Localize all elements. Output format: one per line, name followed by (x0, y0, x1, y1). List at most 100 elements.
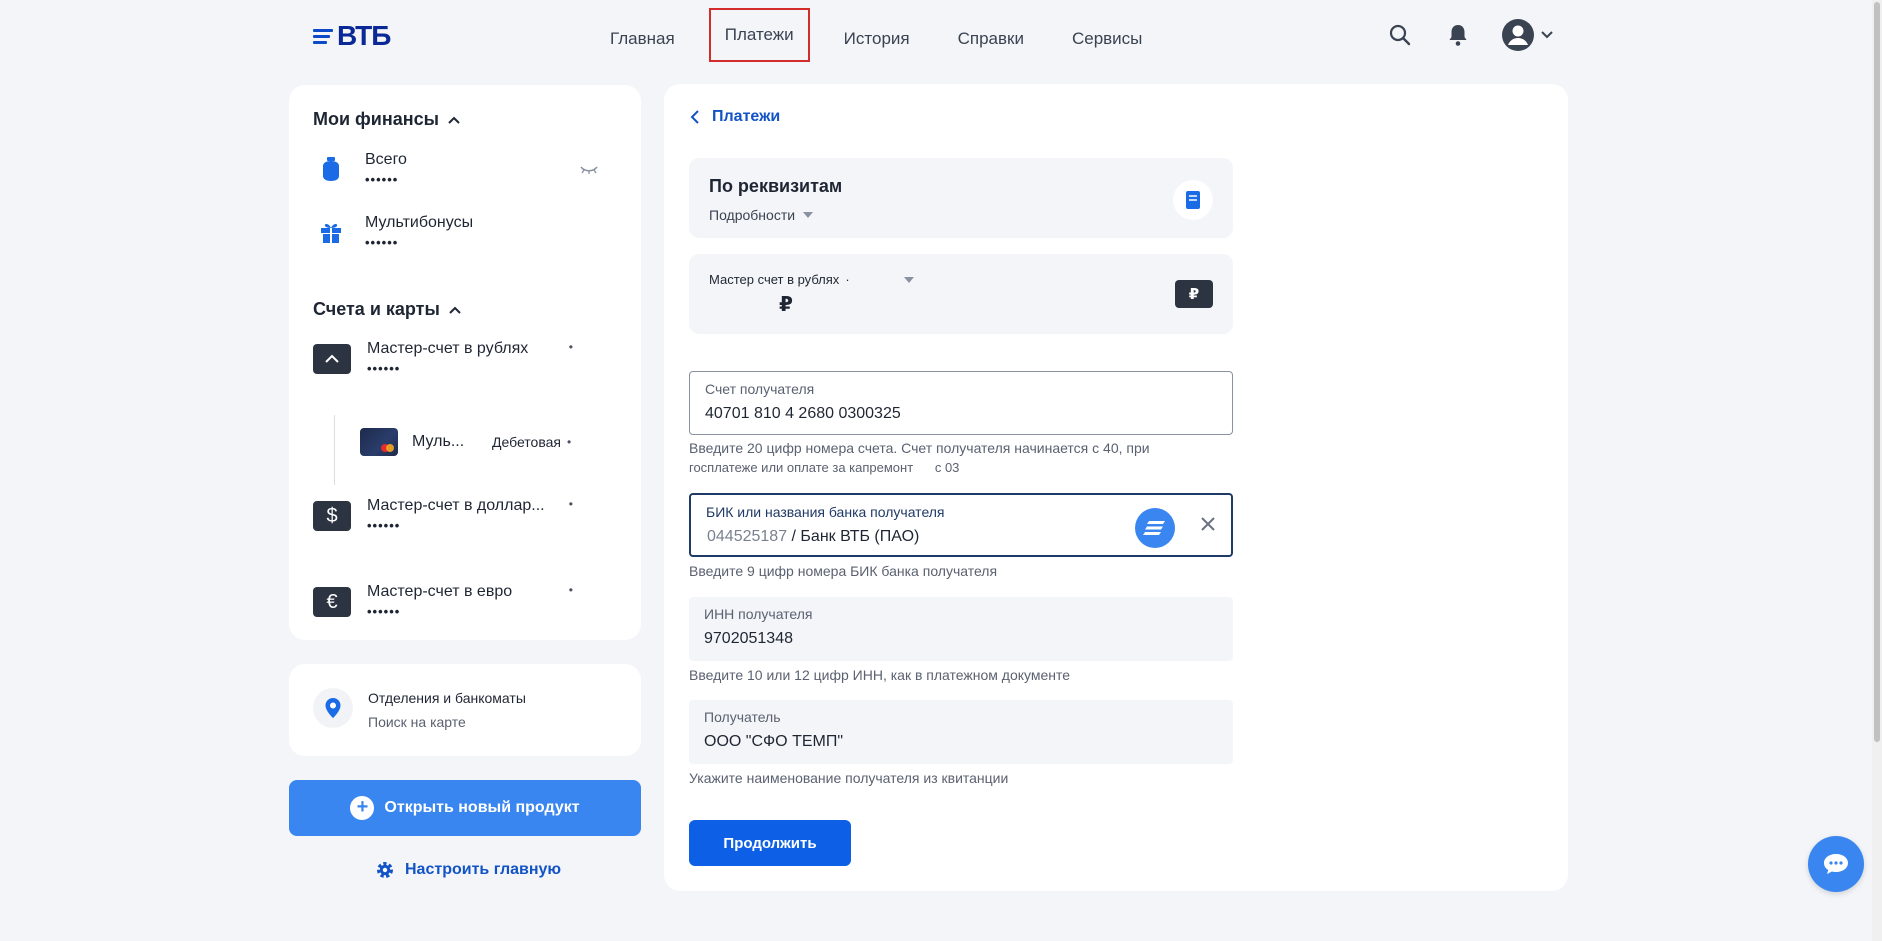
nav-payments[interactable]: Платежи (708, 8, 810, 62)
recipient-account-hint-line2: госплатеже или оплате за капремонт с 03 (689, 460, 960, 475)
open-new-product-button[interactable]: + Открыть новый продукт (289, 780, 641, 836)
ruble-badge: ₽ (1175, 280, 1213, 308)
recipient-hint: Укажите наименование получателя из квита… (689, 770, 1009, 786)
back-label: Платежи (712, 108, 781, 125)
caret-down-icon (803, 212, 814, 218)
bik-input[interactable]: 044525187 / Банк ВТБ (ПАО) (707, 528, 919, 546)
sub-card-multicard[interactable]: Муль... Дебетовая • (334, 428, 574, 456)
continue-button[interactable]: Продолжить (689, 820, 851, 866)
bik-field[interactable]: БИК или названия банка получателя 044525… (689, 493, 1233, 557)
chevron-up-icon (449, 306, 461, 314)
recipient-account-field[interactable]: Счет получателя 40701 810 4 2680 0300325 (689, 371, 1233, 435)
account-usd-balance: •••••• (367, 518, 401, 533)
source-account-label: Мастер счет в рублях · (709, 272, 914, 287)
bell-icon[interactable] (1443, 20, 1473, 50)
recipient-label: Получатель (704, 709, 781, 725)
payment-form-card: Платежи По реквизитам Подробности Мастер… (664, 84, 1568, 891)
finance-bonus-value: •••••• (365, 235, 399, 250)
inn-input[interactable]: 9702051348 (704, 630, 793, 648)
branches-title: Отделения и банкоматы (368, 690, 526, 706)
payment-type-title: По реквизитам (709, 176, 843, 196)
recipient-account-hint: Введите 20 цифр номера счета. Счет получ… (689, 438, 1219, 478)
nav-home[interactable]: Главная (596, 22, 689, 56)
source-account-dot: · (845, 272, 850, 287)
account-rub-balance: •••••• (367, 361, 401, 376)
hide-balance-icon[interactable] (579, 163, 599, 181)
chevron-up-icon (448, 116, 460, 124)
recipient-account-input[interactable]: 40701 810 4 2680 0300325 (705, 405, 901, 423)
finance-total-value: •••••• (365, 172, 399, 187)
bank-card-icon (360, 428, 398, 456)
configure-home-label: Настроить главную (405, 861, 562, 878)
sub-card-bullet: • (566, 435, 572, 449)
source-account-name: Мастер счет в рублях (709, 272, 840, 287)
main-nav: Главная Платежи История Справки Сервисы (596, 8, 1176, 62)
money-bag-icon (313, 151, 349, 187)
caret-down-icon (903, 276, 914, 283)
source-account-amount: ₽ (779, 294, 793, 316)
account-rub-bullet: • (568, 340, 573, 354)
finances-card: Мои финансы Всего •••••• Мультибонусы ••… (289, 85, 641, 640)
accounts-title: Счета и карты (313, 299, 440, 319)
account-eur-balance: •••••• (367, 604, 401, 619)
finance-total-row[interactable]: Всего •••••• (313, 151, 407, 187)
top-header: ВТБ Главная Платежи История Справки Серв… (0, 0, 1882, 72)
finances-title: Мои финансы (313, 109, 440, 129)
nav-history[interactable]: История (830, 22, 924, 56)
scrollbar-thumb[interactable] (1874, 2, 1880, 742)
clear-icon[interactable] (1199, 515, 1217, 538)
header-actions (1385, 18, 1555, 52)
recipient-account-label: Счет получателя (705, 381, 815, 397)
map-pin-icon (313, 688, 353, 728)
account-usd-name: Мастер-счет в доллар... (367, 497, 545, 514)
search-icon[interactable] (1385, 20, 1415, 50)
finances-section-toggle[interactable]: Мои финансы (313, 109, 461, 130)
source-account-select[interactable]: Мастер счет в рублях · ₽ ₽ (689, 254, 1233, 334)
profile-menu[interactable] (1501, 18, 1555, 52)
inn-label: ИНН получателя (704, 606, 813, 622)
open-new-product-label: Открыть новый продукт (384, 799, 580, 816)
account-usd[interactable]: $ Мастер-счет в доллар... •••••• • (313, 497, 623, 533)
chat-support-button[interactable] (1808, 836, 1864, 892)
branches-card[interactable]: Отделения и банкоматы Поиск на карте (289, 664, 641, 756)
logo-text: ВТБ (337, 20, 391, 51)
inn-hint: Введите 10 или 12 цифр ИНН, как в платеж… (689, 667, 1071, 683)
account-rub-name: Мастер-счет в рублях (367, 340, 529, 357)
account-eur-bullet: • (568, 583, 573, 597)
chat-icon (1824, 854, 1848, 874)
finance-total-label: Всего (365, 151, 407, 168)
vtb-logo[interactable]: ВТБ (313, 20, 391, 52)
payment-details-toggle[interactable]: Подробности (709, 207, 814, 223)
back-to-payments[interactable]: Платежи (690, 108, 780, 126)
account-usd-bullet: • (568, 497, 573, 511)
inn-field[interactable]: ИНН получателя 9702051348 (689, 597, 1233, 661)
recipient-input[interactable]: ООО "СФО ТЕМП" (704, 733, 843, 751)
plus-icon: + (350, 796, 375, 820)
bank-name: / Банк ВТБ (ПАО) (787, 528, 920, 545)
account-rub[interactable]: Мастер-счет в рублях •••••• • (313, 340, 623, 376)
account-eur[interactable]: € Мастер-счет в евро •••••• • (313, 583, 623, 619)
euro-icon: € (313, 587, 351, 617)
sub-card-name: Муль... (412, 433, 465, 450)
accounts-section-toggle[interactable]: Счета и карты (313, 299, 462, 320)
chevron-left-icon (690, 110, 699, 124)
finance-bonus-label: Мультибонусы (365, 214, 474, 231)
document-icon[interactable] (1173, 180, 1213, 220)
gear-icon (377, 862, 393, 878)
configure-home-link[interactable]: Настроить главную (375, 860, 561, 880)
recipient-field[interactable]: Получатель ООО "СФО ТЕМП" (689, 700, 1233, 764)
branches-subtitle: Поиск на карте (368, 714, 466, 730)
account-rub-icon (313, 344, 351, 374)
logo-lines-icon (313, 28, 333, 44)
page-scrollbar[interactable] (1872, 0, 1882, 941)
finance-bonus-row[interactable]: Мультибонусы •••••• (313, 214, 473, 250)
nav-services[interactable]: Сервисы (1058, 22, 1156, 56)
account-eur-name: Мастер-счет в евро (367, 583, 513, 600)
bik-label: БИК или названия банка получателя (706, 504, 945, 520)
gift-icon (313, 214, 349, 250)
dollar-icon: $ (313, 501, 351, 531)
recipient-account-hint-line1: Введите 20 цифр номера счета. Счет получ… (689, 440, 1150, 456)
chevron-down-icon (1541, 31, 1553, 39)
payment-type-block: По реквизитам Подробности (689, 158, 1233, 238)
nav-statements[interactable]: Справки (944, 22, 1038, 56)
